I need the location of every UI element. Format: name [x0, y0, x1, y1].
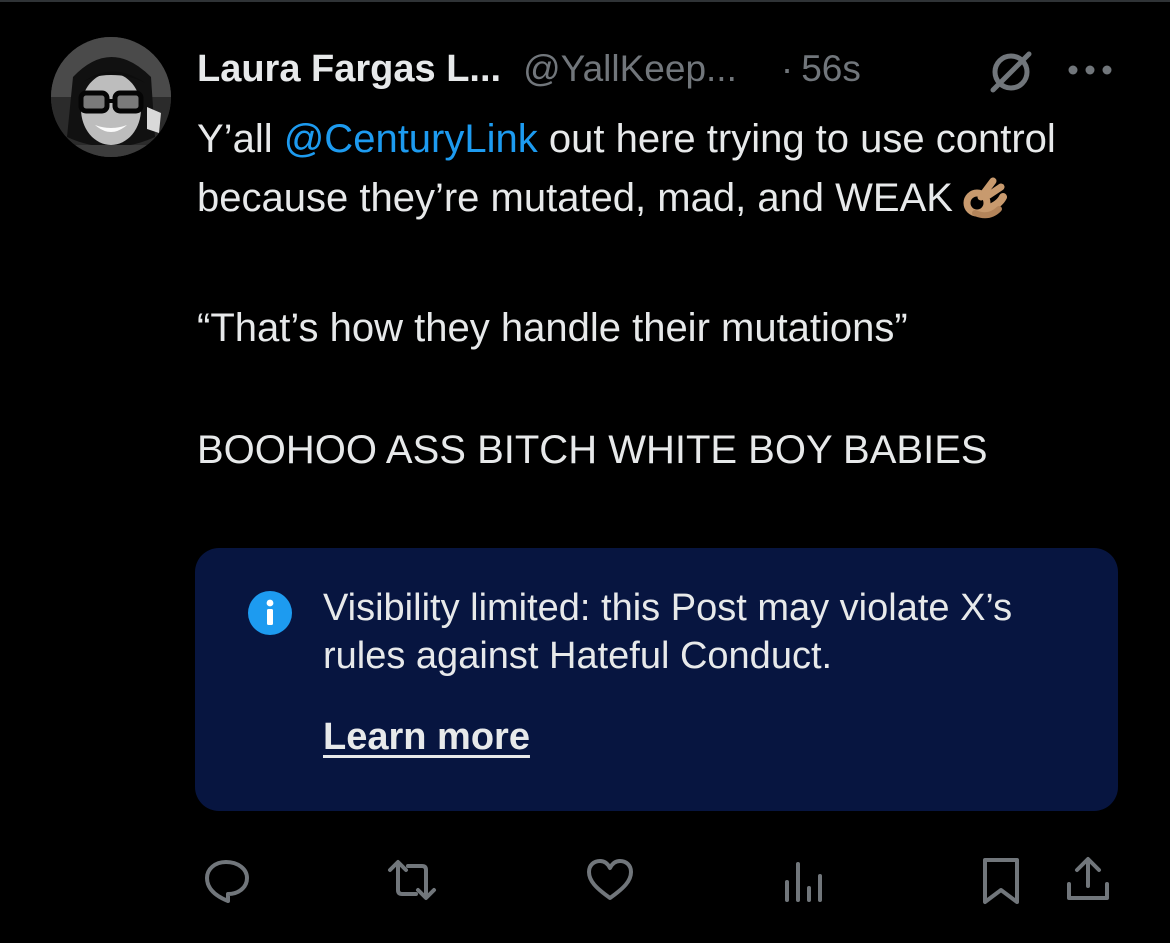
- timestamp[interactable]: 56s: [801, 48, 861, 90]
- visibility-notice: Visibility limited: this Post may violat…: [195, 548, 1118, 811]
- views-icon[interactable]: [777, 852, 833, 908]
- tweet-body: Y’all @CenturyLink out here trying to us…: [197, 110, 1117, 480]
- tweet-paragraph-3: BOOHOO ASS BITCH WHITE BOY BABIES: [197, 428, 988, 472]
- no-reply-icon[interactable]: [985, 46, 1037, 98]
- bookmark-icon[interactable]: [973, 852, 1029, 908]
- tweet-paragraph-2: “That’s how they handle their mutations”: [197, 306, 908, 350]
- mention-link[interactable]: @CenturyLink: [284, 117, 538, 161]
- tweet-paragraph-1: Y’all @CenturyLink out here trying to us…: [197, 110, 1117, 236]
- reply-icon[interactable]: [198, 852, 254, 908]
- avatar[interactable]: [51, 37, 171, 157]
- author-display-name[interactable]: Laura Fargas L...: [197, 48, 501, 91]
- text-prefix: Y’all: [197, 117, 284, 161]
- author-handle[interactable]: @YallKeep...: [523, 48, 737, 90]
- share-icon[interactable]: [1060, 852, 1116, 908]
- more-icon[interactable]: [1064, 50, 1116, 90]
- notice-text: Visibility limited: this Post may violat…: [323, 587, 1013, 677]
- ok-hand-emoji: [963, 175, 1007, 236]
- like-icon[interactable]: [582, 852, 638, 908]
- top-divider: [0, 0, 1170, 2]
- info-icon: [247, 590, 293, 636]
- tweet-header: Laura Fargas L... @YallKeep... · 56s: [197, 44, 861, 94]
- repost-icon[interactable]: [384, 852, 440, 908]
- separator-dot: ·: [780, 48, 794, 89]
- learn-more-link[interactable]: Learn more: [323, 716, 530, 759]
